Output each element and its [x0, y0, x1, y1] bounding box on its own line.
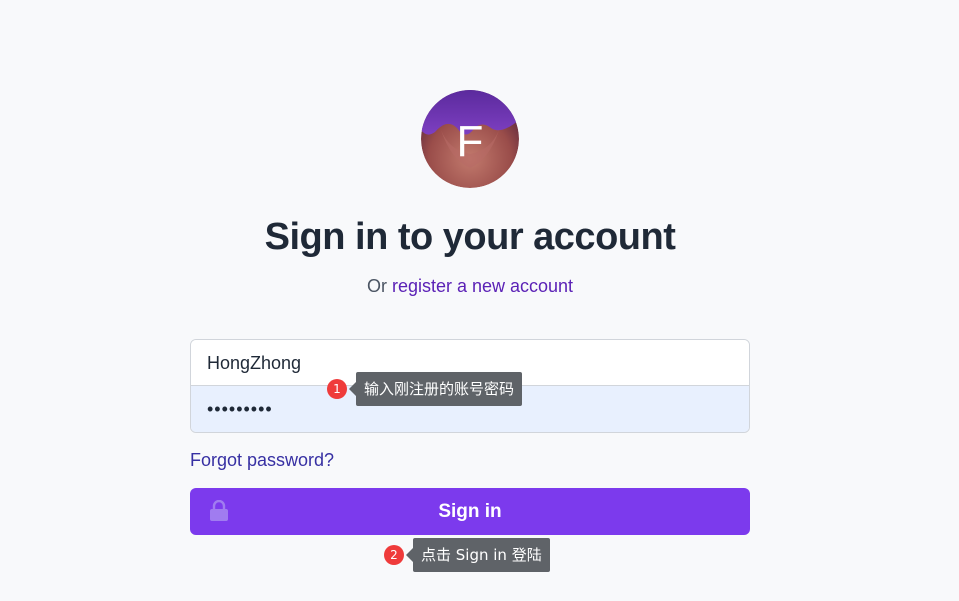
- annotation-tooltip-2: 点击 Sign in 登陆: [406, 538, 550, 572]
- sign-in-label: Sign in: [438, 501, 502, 522]
- page-title: Sign in to your account: [264, 216, 676, 258]
- annotation-marker-2: 2: [384, 545, 404, 565]
- logo-letter: F: [457, 117, 484, 166]
- annotation-marker-1: 1: [327, 379, 347, 399]
- annotation-tooltip-1: 输入刚注册的账号密码: [348, 372, 523, 406]
- app-logo: F: [421, 90, 519, 188]
- lock-icon: [210, 500, 228, 521]
- sign-in-page: F Sign in to your account Or register a …: [0, 0, 959, 601]
- subtitle: Or register a new account: [0, 276, 940, 297]
- forgot-password-link[interactable]: Forgot password?: [190, 450, 334, 471]
- register-link[interactable]: register a new account: [392, 276, 573, 296]
- subtitle-prefix: Or: [366, 276, 387, 296]
- sign-in-button[interactable]: Sign in: [190, 488, 750, 535]
